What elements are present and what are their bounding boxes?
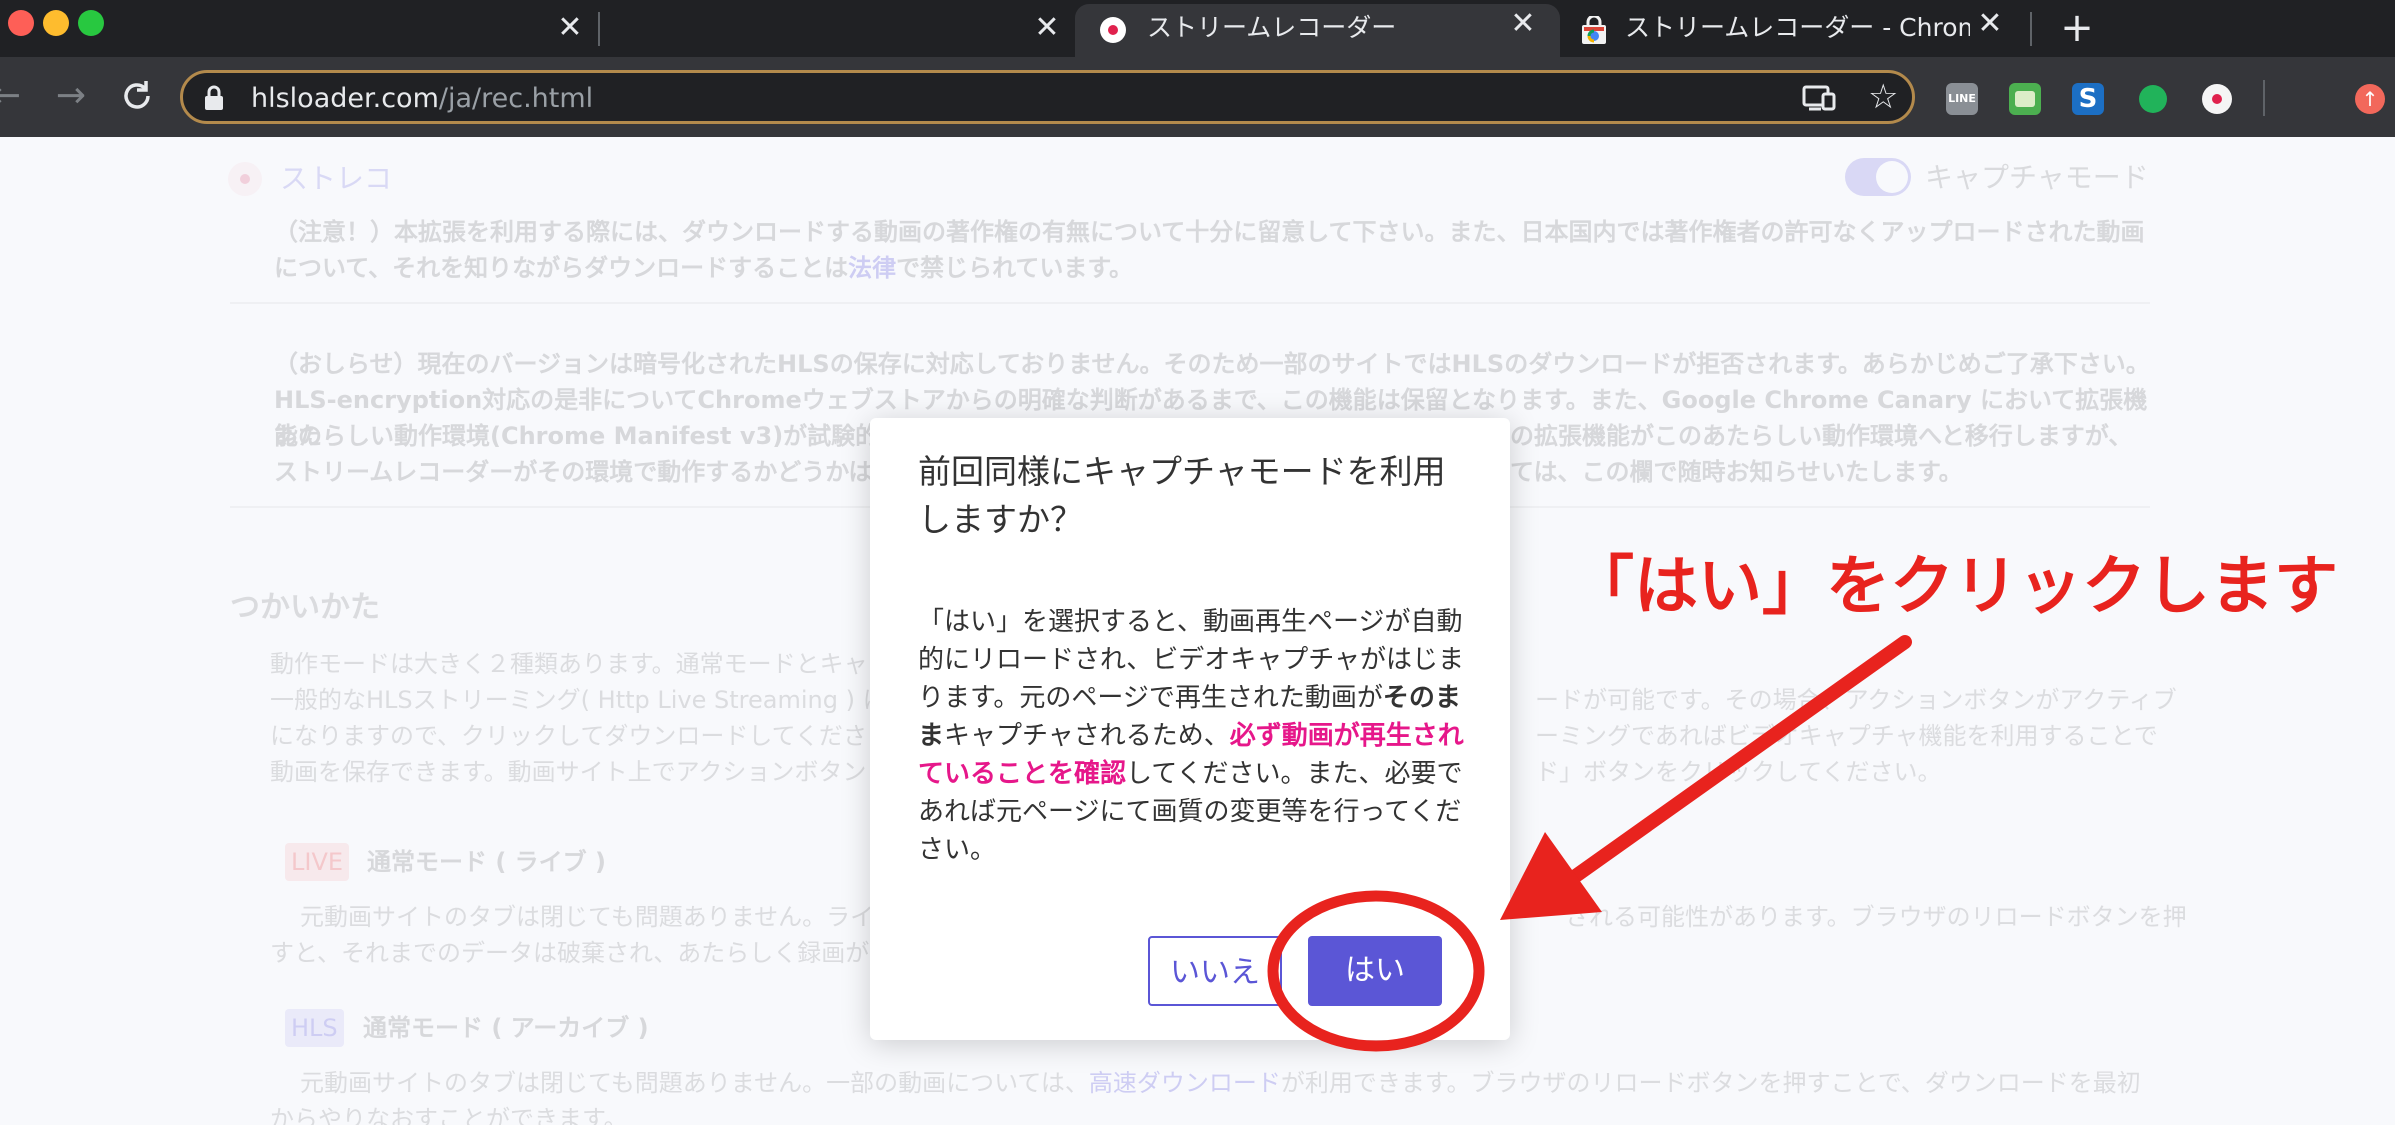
- annotation-text: 「はい」をクリックします: [1570, 550, 2338, 624]
- highlight-circle: [1267, 890, 1485, 1052]
- annotation-arrow-shaft: [1563, 635, 1912, 887]
